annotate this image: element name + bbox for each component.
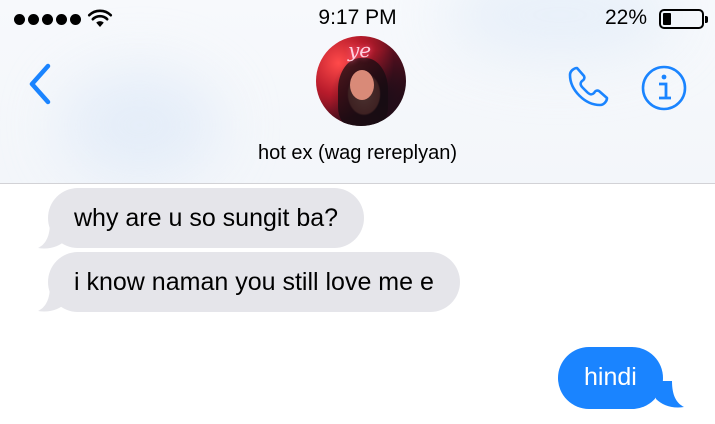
battery-icon bbox=[659, 9, 708, 29]
incoming-message[interactable]: why are u so sungit ba? bbox=[48, 188, 365, 248]
conversation-header: 9:17 PM 22% ye hot ex (wag rereplyan) bbox=[0, 0, 715, 184]
battery-level bbox=[663, 13, 671, 25]
phone-icon bbox=[568, 66, 609, 107]
status-bar: 9:17 PM 22% bbox=[0, 0, 715, 38]
chevron-left-icon bbox=[29, 63, 51, 105]
battery-percent: 22% bbox=[604, 6, 647, 29]
info-icon bbox=[641, 65, 687, 111]
avatar-neon-sign: ye bbox=[348, 38, 372, 62]
battery-cap bbox=[705, 16, 708, 23]
contact-avatar[interactable]: ye bbox=[316, 36, 406, 126]
avatar-face bbox=[350, 70, 374, 100]
back-button[interactable] bbox=[26, 62, 58, 106]
info-button[interactable] bbox=[640, 64, 688, 112]
contact-name[interactable]: hot ex (wag rereplyan) bbox=[0, 142, 715, 165]
incoming-message[interactable]: i know naman you still love me e bbox=[48, 252, 460, 312]
call-button[interactable] bbox=[565, 64, 611, 110]
outgoing-message[interactable]: hindi bbox=[558, 347, 663, 409]
imessage-screen: 9:17 PM 22% ye hot ex (wag rereplyan) wh… bbox=[0, 0, 715, 424]
